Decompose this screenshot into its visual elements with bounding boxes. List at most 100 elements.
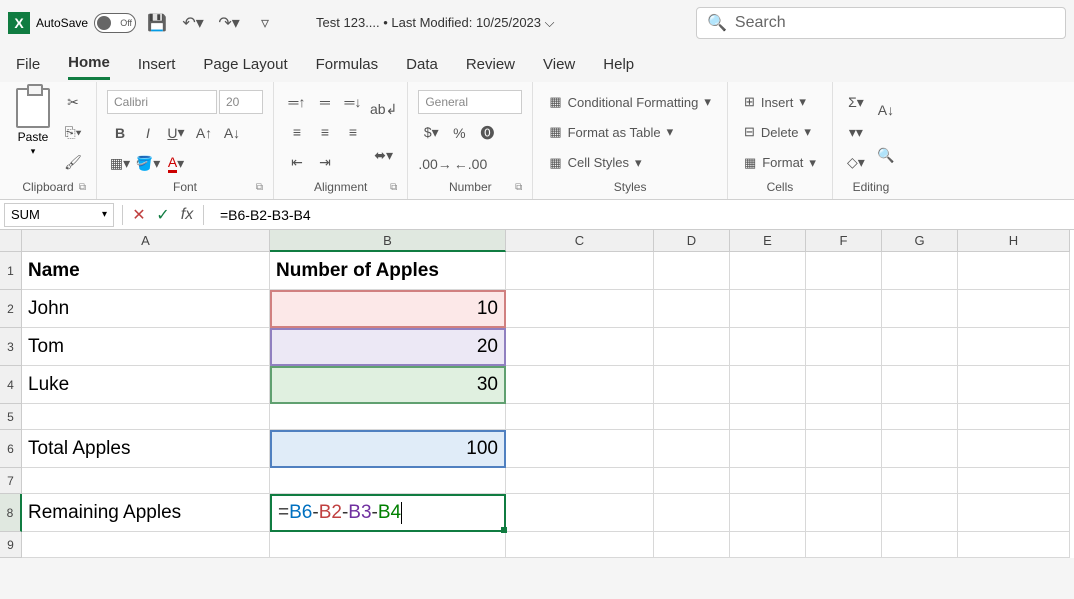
save-icon[interactable]: 💾	[142, 8, 172, 38]
row-header[interactable]: 4	[0, 366, 22, 404]
col-header-b[interactable]: B	[270, 230, 506, 252]
select-all-corner[interactable]	[0, 230, 22, 252]
cut-icon[interactable]: ✂	[60, 90, 86, 114]
row-header[interactable]: 2	[0, 290, 22, 328]
format-cells-button[interactable]: ▦ Format ▾	[738, 151, 822, 175]
col-header-h[interactable]: H	[958, 230, 1070, 252]
align-left-icon[interactable]: ≡	[284, 120, 310, 144]
cell-b2[interactable]: 10	[270, 290, 506, 328]
accounting-format-icon[interactable]: $▾	[418, 121, 444, 145]
col-header-g[interactable]: G	[882, 230, 958, 252]
decrease-font-icon[interactable]: A↓	[219, 121, 245, 145]
align-bottom-icon[interactable]: ═↓	[340, 90, 366, 114]
insert-cells-button[interactable]: ⊞ Insert ▾	[738, 90, 822, 114]
paste-button[interactable]: Paste ▾	[10, 88, 56, 177]
increase-indent-icon[interactable]: ⇥	[312, 151, 338, 175]
qat-dropdown-icon[interactable]: ▿	[250, 8, 280, 38]
row-header[interactable]: 6	[0, 430, 22, 468]
autosave-toggle[interactable]: AutoSave Off	[36, 13, 136, 33]
toggle-switch[interactable]: Off	[94, 13, 136, 33]
tab-formulas[interactable]: Formulas	[316, 50, 379, 79]
tab-data[interactable]: Data	[406, 50, 438, 79]
bold-button[interactable]: B	[107, 121, 133, 145]
italic-button[interactable]: I	[135, 121, 161, 145]
enter-formula-icon[interactable]: ✓	[151, 205, 175, 225]
cell-a3[interactable]: Tom	[22, 328, 270, 366]
tab-file[interactable]: File	[16, 50, 40, 79]
tab-page-layout[interactable]: Page Layout	[203, 50, 287, 79]
search-input[interactable]: 🔍 Search	[696, 7, 1066, 39]
row-header[interactable]: 7	[0, 468, 22, 494]
font-launcher-icon[interactable]: ⧉	[256, 182, 263, 193]
align-right-icon[interactable]: ≡	[340, 120, 366, 144]
sort-filter-icon[interactable]: A↓	[873, 98, 899, 122]
wrap-text-icon[interactable]: ab↲	[370, 98, 397, 122]
spreadsheet-grid: A B C D E F G H 1 Name Number of Apples …	[0, 230, 1074, 558]
tab-view[interactable]: View	[543, 50, 575, 79]
tab-review[interactable]: Review	[466, 50, 515, 79]
col-header-e[interactable]: E	[730, 230, 806, 252]
fill-icon[interactable]: ▾▾	[843, 120, 869, 144]
number-launcher-icon[interactable]: ⧉	[515, 182, 522, 193]
fx-icon[interactable]: fx	[175, 206, 199, 224]
redo-icon[interactable]: ↷▾	[214, 8, 244, 38]
col-header-d[interactable]: D	[654, 230, 730, 252]
tab-help[interactable]: Help	[603, 50, 634, 79]
comma-format-icon[interactable]: 🄌	[474, 121, 500, 145]
font-color-icon[interactable]: A▾	[163, 152, 189, 176]
align-center-icon[interactable]: ≡	[312, 120, 338, 144]
format-as-table-button[interactable]: ▦ Format as Table ▾	[543, 120, 717, 144]
find-select-icon[interactable]: 🔍	[873, 143, 899, 167]
underline-button[interactable]: U▾	[163, 121, 189, 145]
cell-a8[interactable]: Remaining Apples	[22, 494, 270, 532]
cell-b6[interactable]: 100	[270, 430, 506, 468]
cell-a4[interactable]: Luke	[22, 366, 270, 404]
align-middle-icon[interactable]: ═	[312, 90, 338, 114]
tab-insert[interactable]: Insert	[138, 50, 176, 79]
font-name-combo[interactable]: Calibri	[107, 90, 217, 114]
document-title[interactable]: Test 123.... • Last Modified: 10/25/2023…	[316, 15, 554, 31]
name-box[interactable]: SUM▾	[4, 203, 114, 227]
clipboard-launcher-icon[interactable]: ⧉	[79, 182, 86, 193]
row-header[interactable]: 8	[0, 494, 22, 532]
delete-cells-button[interactable]: ⊟ Delete ▾	[738, 120, 822, 144]
cell-a2[interactable]: John	[22, 290, 270, 328]
cell-a6[interactable]: Total Apples	[22, 430, 270, 468]
number-format-combo[interactable]: General	[418, 90, 522, 114]
clear-icon[interactable]: ◇▾	[843, 151, 869, 175]
undo-icon[interactable]: ↶▾	[178, 8, 208, 38]
merge-center-icon[interactable]: ⬌▾	[370, 143, 397, 167]
row-header[interactable]: 1	[0, 252, 22, 290]
cell-b1[interactable]: Number of Apples	[270, 252, 506, 290]
cell-a1[interactable]: Name	[22, 252, 270, 290]
increase-font-icon[interactable]: A↑	[191, 121, 217, 145]
cell-b4[interactable]: 30	[270, 366, 506, 404]
col-header-a[interactable]: A	[22, 230, 270, 252]
cell-styles-button[interactable]: ▦ Cell Styles ▾	[543, 151, 717, 175]
percent-format-icon[interactable]: %	[446, 121, 472, 145]
formula-input[interactable]: =B6-B2-B3-B4	[208, 207, 311, 223]
ribbon: Paste ▾ ✂ ⎘▾ 🖌 Clipboard⧉ Calibri 20 B I	[0, 82, 1074, 200]
tab-home[interactable]: Home	[68, 48, 110, 80]
col-header-c[interactable]: C	[506, 230, 654, 252]
row-2: 2 John 10	[0, 290, 1074, 328]
align-top-icon[interactable]: ═↑	[284, 90, 310, 114]
col-header-f[interactable]: F	[806, 230, 882, 252]
cell-b8-editing[interactable]: =B6-B2-B3-B4	[270, 494, 506, 532]
fill-color-icon[interactable]: 🪣▾	[135, 152, 161, 176]
row-header[interactable]: 5	[0, 404, 22, 430]
conditional-formatting-button[interactable]: ▦ Conditional Formatting ▾	[543, 90, 717, 114]
copy-icon[interactable]: ⎘▾	[60, 120, 86, 144]
cancel-formula-icon[interactable]: ✕	[127, 205, 151, 225]
font-size-combo[interactable]: 20	[219, 90, 263, 114]
borders-icon[interactable]: ▦▾	[107, 152, 133, 176]
cell-b3[interactable]: 20	[270, 328, 506, 366]
format-painter-icon[interactable]: 🖌	[60, 151, 86, 175]
autosum-icon[interactable]: Σ▾	[843, 90, 869, 114]
increase-decimal-icon[interactable]: .00→	[418, 152, 451, 176]
alignment-launcher-icon[interactable]: ⧉	[390, 182, 397, 193]
row-header[interactable]: 9	[0, 532, 22, 558]
decrease-decimal-icon[interactable]: ←.00	[454, 152, 487, 176]
row-header[interactable]: 3	[0, 328, 22, 366]
decrease-indent-icon[interactable]: ⇤	[284, 151, 310, 175]
